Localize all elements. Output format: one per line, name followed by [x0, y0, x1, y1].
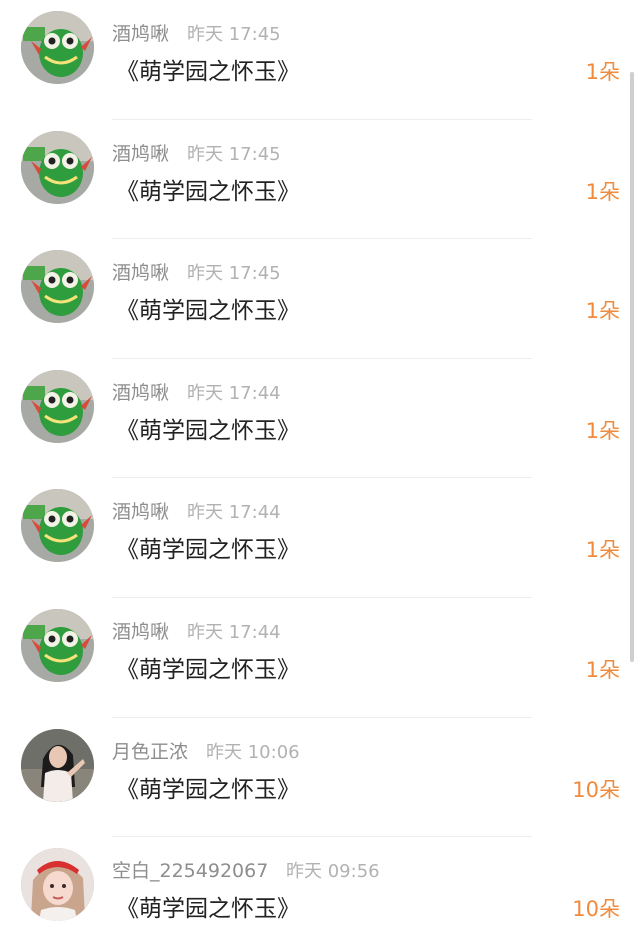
username[interactable]: 酒鸠啾 — [112, 139, 169, 166]
timestamp: 昨天 17:44 — [187, 382, 281, 404]
flower-count: 1朵 — [585, 538, 620, 563]
list-item[interactable]: 空白_225492067 昨天 09:56 《萌学园之怀玉》 10朵 — [0, 837, 640, 943]
flower-count: 10朵 — [572, 777, 620, 802]
avatar[interactable] — [21, 130, 94, 204]
green-plush-icon — [21, 11, 94, 84]
timestamp: 昨天 09:56 — [286, 861, 380, 883]
timestamp: 昨天 10:06 — [206, 741, 300, 763]
item-title: 《萌学园之怀玉》 — [116, 896, 300, 923]
flower-count: 1朵 — [585, 418, 620, 443]
item-title: 《萌学园之怀玉》 — [116, 776, 300, 803]
avatar[interactable] — [21, 848, 94, 922]
list-item[interactable]: 酒鸠啾 昨天 17:44 《萌学园之怀玉》 1朵 — [0, 598, 640, 718]
list-item[interactable]: 酒鸠啾 昨天 17:45 《萌学园之怀玉》 1朵 — [0, 120, 640, 240]
username[interactable]: 酒鸠啾 — [112, 19, 169, 46]
list-item[interactable]: 月色正浓 昨天 10:06 《萌学园之怀玉》 10朵 — [0, 718, 640, 838]
green-plush-icon — [21, 369, 94, 443]
username[interactable]: 酒鸠啾 — [112, 378, 169, 405]
avatar[interactable] — [21, 369, 94, 443]
green-plush-icon — [21, 489, 94, 563]
list-item[interactable]: 酒鸠啾 昨天 17:45 《萌学园之怀玉》 1朵 — [0, 239, 640, 359]
avatar[interactable] — [21, 728, 94, 802]
list-item[interactable]: 酒鸠啾 昨天 17:45 《萌学园之怀玉》 1朵 — [0, 0, 640, 120]
timestamp: 昨天 17:45 — [187, 263, 281, 285]
item-title: 《萌学园之怀玉》 — [116, 537, 300, 564]
avatar[interactable] — [21, 608, 94, 682]
list-item[interactable]: 酒鸠啾 昨天 17:44 《萌学园之怀玉》 1朵 — [0, 359, 640, 479]
timestamp: 昨天 17:45 — [187, 24, 281, 45]
gift-record-page: 酒鸠啾 昨天 17:45 《萌学园之怀玉》 1朵 酒鸠啾 昨天 17:45 《萌… — [0, 0, 640, 943]
red-hat-girl-icon — [21, 848, 94, 922]
flower-count: 1朵 — [585, 299, 620, 324]
item-title: 《萌学园之怀玉》 — [116, 298, 300, 325]
username[interactable]: 月色正浓 — [112, 737, 188, 764]
green-plush-icon — [21, 130, 94, 204]
item-title: 《萌学园之怀玉》 — [116, 178, 300, 205]
green-plush-icon — [21, 608, 94, 682]
item-title: 《萌学园之怀玉》 — [116, 656, 300, 683]
green-plush-icon — [21, 250, 94, 324]
item-title: 《萌学园之怀玉》 — [116, 417, 300, 444]
item-title: 《萌学园之怀玉》 — [116, 59, 300, 85]
gift-record-list: 酒鸠啾 昨天 17:45 《萌学园之怀玉》 1朵 酒鸠啾 昨天 17:45 《萌… — [0, 0, 640, 943]
avatar[interactable] — [21, 11, 94, 84]
timestamp: 昨天 17:45 — [187, 143, 281, 165]
scrollbar[interactable] — [630, 72, 634, 662]
timestamp: 昨天 17:44 — [187, 621, 281, 643]
username[interactable]: 酒鸠啾 — [112, 497, 169, 524]
flower-count: 1朵 — [585, 657, 620, 682]
avatar[interactable] — [21, 250, 94, 324]
flower-count: 1朵 — [585, 60, 620, 84]
username[interactable]: 酒鸠啾 — [112, 258, 169, 285]
girl-photo-icon — [21, 728, 94, 802]
username[interactable]: 酒鸠啾 — [112, 617, 169, 644]
timestamp: 昨天 17:44 — [187, 502, 281, 524]
avatar[interactable] — [21, 489, 94, 563]
flower-count: 1朵 — [585, 179, 620, 204]
list-item[interactable]: 酒鸠啾 昨天 17:44 《萌学园之怀玉》 1朵 — [0, 478, 640, 598]
username[interactable]: 空白_225492067 — [112, 856, 268, 883]
flower-count: 10朵 — [572, 897, 620, 922]
